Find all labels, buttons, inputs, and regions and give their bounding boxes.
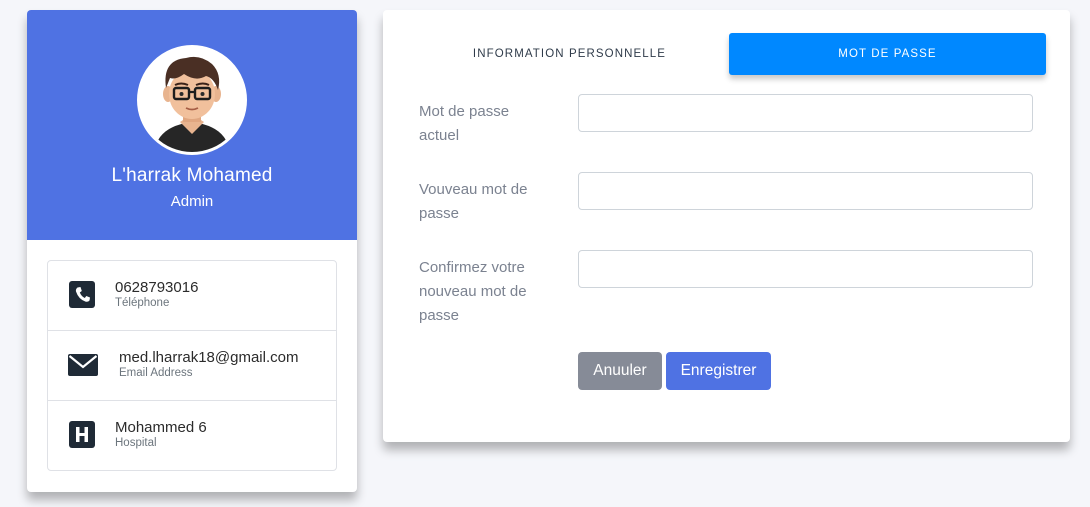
envelope-icon [68,351,98,379]
hospital-value: Mohammed 6 [115,419,207,436]
tab-password[interactable]: MOT DE PASSE [729,33,1046,75]
phone-icon [68,281,98,309]
save-button[interactable]: Enregistrer [666,352,771,390]
list-item-phone: 0628793016 Téléphone [48,261,336,331]
password-card: INFORMATION PERSONNELLE MOT DE PASSE Mot… [383,10,1070,442]
hospital-label: Hospital [115,437,157,449]
current-password-input[interactable] [578,94,1033,132]
new-password-input[interactable] [578,172,1033,210]
new-password-label: Vouveau mot de passe [419,178,559,226]
current-password-label-line: actuel [419,127,460,144]
confirm-password-label: Confirmez votre nouveau mot de passe [419,256,559,328]
confirm-password-input[interactable] [578,250,1033,288]
avatar-illustration-icon [140,48,244,152]
phone-label: Téléphone [115,297,170,309]
list-item-email: med.lharrak18@gmail.com Email Address [48,331,336,401]
new-password-label-line: Vouveau mot de [419,181,528,198]
confirm-password-label-line: passe [419,307,460,324]
hospital-icon [68,421,98,449]
profile-role: Admin [170,193,214,210]
contact-info-list: 0628793016 Téléphone med.lharrak18@gmail… [47,260,337,471]
list-item-hospital: Mohammed 6 Hospital [48,401,336,471]
current-password-label: Mot de passe actuel [419,100,559,148]
avatar [137,45,247,155]
confirm-password-label-line: nouveau mot de [419,283,527,300]
cancel-button[interactable]: Anuuler [578,352,662,390]
tab-personal-information[interactable]: INFORMATION PERSONNELLE [411,33,728,75]
email-label: Email Address [119,367,193,379]
email-value: med.lharrak18@gmail.com [119,349,299,366]
profile-name: L'harrak Mohamed [111,165,273,186]
phone-value: 0628793016 [115,279,199,296]
confirm-password-label-line: Confirmez votre [419,259,525,276]
new-password-label-line: passe [419,205,460,222]
profile-card: L'harrak Mohamed Admin 0628793016 Téléph… [27,10,357,492]
current-password-label-line: Mot de passe [419,103,510,120]
